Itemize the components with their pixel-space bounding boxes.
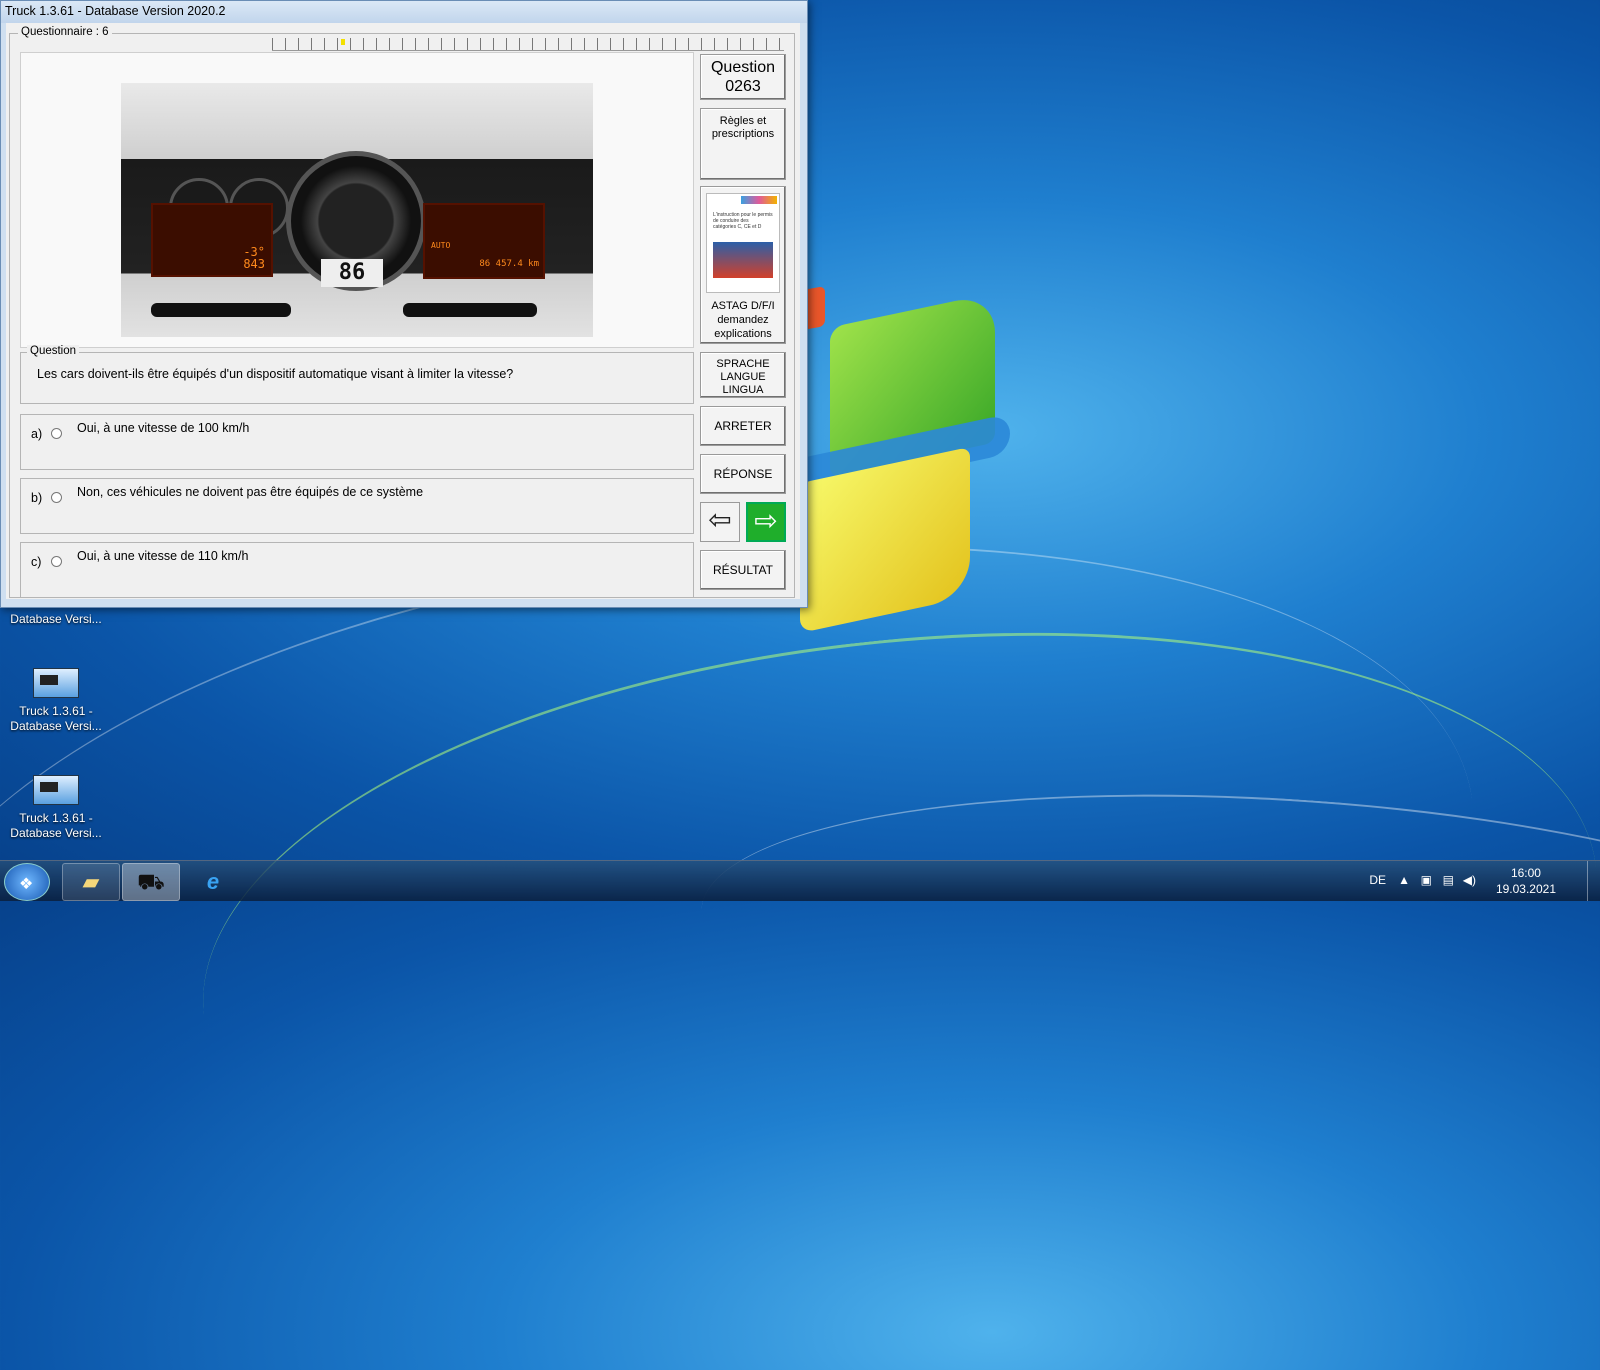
lcd-odometer-right: 86 457.4 km — [479, 259, 539, 269]
answer-text: Oui, à une vitesse de 110 km/h — [77, 549, 249, 563]
answer-letter: b) — [31, 491, 43, 505]
clock-date: 19.03.2021 — [1495, 882, 1556, 896]
book-cover-text: L'instruction pour le permis de conduire… — [713, 212, 773, 230]
stop-button[interactable]: ARRETER — [700, 406, 786, 446]
window-title[interactable]: Truck 1.3.61 - Database Version 2020.2 — [1, 1, 807, 23]
progress-current-marker — [341, 39, 345, 45]
answer-radio[interactable] — [51, 556, 62, 567]
volume-icon[interactable]: ◀) — [1463, 873, 1476, 887]
system-clock[interactable]: 16:00 19.03.2021 — [1496, 865, 1556, 897]
answer-button[interactable]: RÉPONSE — [700, 454, 786, 494]
usb-device-icon[interactable]: ▣ — [1421, 873, 1432, 887]
app-window: Truck 1.3.61 - Database Version 2020.2 Q… — [0, 0, 808, 608]
question-number-label: Question — [710, 59, 776, 76]
taskbar-truck-app-button[interactable]: ⛟ — [122, 863, 180, 901]
answer-option-c[interactable]: c) Oui, à une vitesse de 110 km/h — [20, 542, 694, 598]
taskbar-ie-button[interactable]: e — [184, 863, 242, 901]
windows-logo-wallpaper — [780, 286, 1010, 634]
windows-start-icon: ❖ — [19, 876, 34, 893]
astag-explanations-button[interactable]: L'instruction pour le permis de conduire… — [700, 186, 786, 344]
language-label: LINGUA — [722, 384, 764, 396]
astag-label: demandez — [717, 314, 769, 326]
rules-label: prescriptions — [711, 128, 775, 140]
dashboard-slot — [403, 303, 537, 317]
rules-button[interactable]: Règles et prescriptions — [700, 108, 786, 180]
truck-app-icon — [33, 775, 79, 805]
window-client: Questionnaire : 6 -3° 843 AUTO 86 457.4 … — [6, 23, 800, 599]
desktop-icon-label: Database Versi... — [10, 612, 102, 626]
system-tray: DE ▲ ▣ ▤ ◀) 16:00 19.03.2021 — [1300, 861, 1600, 901]
show-desktop-button[interactable] — [1587, 861, 1600, 901]
network-icon[interactable]: ▤ — [1443, 873, 1454, 887]
desktop-icon-label: Truck 1.3.61 - — [19, 704, 93, 718]
answer-letter: a) — [31, 427, 43, 441]
lcd-mode: AUTO — [431, 241, 451, 250]
taskbar-explorer-button[interactable]: ▰ — [62, 863, 120, 901]
clock-time: 16:00 — [1510, 866, 1541, 880]
answer-radio[interactable] — [51, 492, 62, 503]
arrow-left-icon: ⇦ — [708, 504, 732, 535]
answer-letter: c) — [31, 555, 42, 569]
questionnaire-label: Questionnaire : 6 — [18, 26, 112, 38]
bus-image — [713, 242, 773, 278]
dashboard-photo: -3° 843 AUTO 86 457.4 km 86 — [121, 83, 593, 337]
start-button[interactable]: ❖ — [4, 863, 50, 901]
lcd-left: -3° 843 — [151, 203, 273, 277]
answer-radio[interactable] — [51, 428, 62, 439]
lcd-odometer-left: 843 — [243, 257, 265, 271]
digital-speed-display: 86 — [321, 259, 383, 287]
desktop-icon-truck-app[interactable]: Truck 1.3.61 - Database Versi... — [8, 775, 104, 841]
arrow-right-icon: ⇨ — [754, 505, 778, 536]
answer-option-a[interactable]: a) Oui, à une vitesse de 100 km/h — [20, 414, 694, 470]
question-text: Les cars doivent-ils être équipés d'un d… — [37, 367, 514, 381]
question-box: Question Les cars doivent-ils être équip… — [20, 345, 694, 404]
language-button[interactable]: SPRACHE LANGUE LINGUA — [700, 352, 786, 398]
internet-explorer-icon: e — [206, 869, 220, 894]
previous-question-button[interactable]: ⇦ — [700, 502, 740, 542]
taskbar: ❖ ▰ ⛟ e DE ▲ ▣ ▤ ◀) 16:00 19.03.2021 — [0, 860, 1600, 901]
astag-label: ASTAG D/F/I — [711, 300, 775, 312]
astag-book-cover-icon: L'instruction pour le permis de conduire… — [706, 193, 780, 293]
question-group-label: Question — [27, 345, 80, 357]
rules-label: Règles et — [719, 115, 767, 127]
questionnaire-group: Questionnaire : 6 -3° 843 AUTO 86 457.4 … — [9, 26, 795, 598]
astag-label: explications — [714, 328, 772, 340]
show-hidden-icons-icon[interactable]: ▲ — [1398, 873, 1410, 887]
question-number-value: 0263 — [725, 78, 761, 95]
desktop-icon-label: Database Versi... — [10, 826, 102, 840]
desktop-icon-label: Truck 1.3.61 - — [19, 811, 93, 825]
next-question-button[interactable]: ⇨ — [746, 502, 786, 542]
desktop-icon-truck-app[interactable]: Database Versi... — [8, 612, 104, 627]
question-number-display: Question 0263 — [700, 54, 786, 100]
truck-icon: ⛟ — [137, 869, 165, 894]
desktop-icon-label: Database Versi... — [10, 719, 102, 733]
language-label: SPRACHE — [716, 358, 770, 370]
answer-text: Non, ces véhicules ne doivent pas être é… — [77, 485, 424, 499]
questionnaire-progress — [272, 38, 784, 51]
answer-text: Oui, à une vitesse de 100 km/h — [77, 421, 250, 435]
answer-option-b[interactable]: b) Non, ces véhicules ne doivent pas êtr… — [20, 478, 694, 534]
truck-app-icon — [33, 668, 79, 698]
language-indicator[interactable]: DE — [1369, 873, 1386, 887]
language-label: LANGUE — [720, 371, 766, 383]
question-image-panel: -3° 843 AUTO 86 457.4 km 86 — [20, 52, 694, 348]
desktop-icon-truck-app[interactable]: Truck 1.3.61 - Database Versi... — [8, 668, 104, 734]
lcd-right: AUTO 86 457.4 km — [423, 203, 545, 279]
dashboard-slot — [151, 303, 291, 317]
folder-icon: ▰ — [82, 869, 100, 894]
result-button[interactable]: RÉSULTAT — [700, 550, 786, 590]
